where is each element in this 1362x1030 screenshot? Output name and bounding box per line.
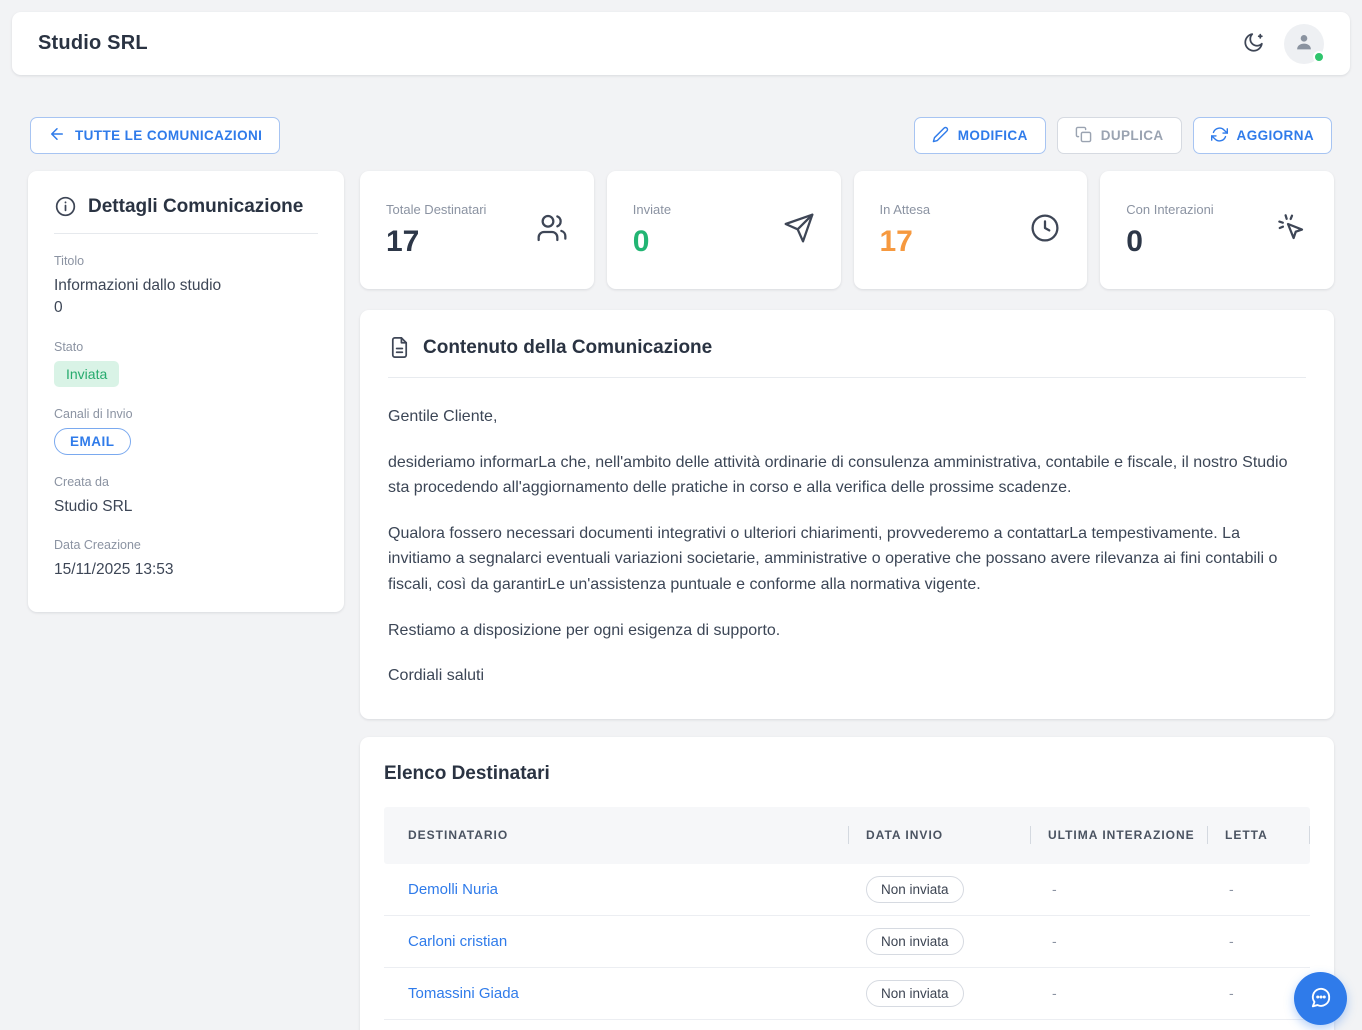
- table-header-row: DESTINATARIO DATA INVIO ULTIMA INTERAZIO…: [384, 807, 1310, 864]
- communication-details-card: Dettagli Comunicazione Titolo Informazio…: [28, 171, 344, 612]
- info-icon: [54, 195, 77, 218]
- details-heading: Dettagli Comunicazione: [88, 196, 303, 218]
- chat-bubble-icon: [1307, 983, 1335, 1014]
- cursor-click-icon: [1276, 212, 1308, 249]
- read-value: -: [1207, 933, 1310, 949]
- moon-icon: [1241, 30, 1266, 58]
- column-header-destinatario: DESTINATARIO: [384, 807, 848, 864]
- send-status-badge: Non inviata: [866, 928, 964, 955]
- chat-support-button[interactable]: [1294, 972, 1347, 1025]
- page-title: Studio SRL: [38, 32, 148, 55]
- send-status-badge: Non inviata: [866, 980, 964, 1007]
- last-interaction-value: -: [1030, 933, 1207, 949]
- channel-badge: EMAIL: [54, 428, 131, 455]
- content-paragraph: Qualora fossero necessari documenti inte…: [388, 521, 1306, 598]
- stat-label: Inviate: [633, 202, 671, 217]
- data-creazione-label: Data Creazione: [54, 538, 318, 552]
- content-heading: Contenuto della Comunicazione: [423, 337, 712, 359]
- person-icon: [1293, 31, 1315, 56]
- stat-card-totale-destinatari: Totale Destinatari 17: [360, 171, 594, 289]
- table-row: Carloni cristian Non inviata - -: [384, 916, 1310, 968]
- modifica-label: MODIFICA: [958, 128, 1028, 143]
- table-row: Tomassini Giada Non inviata - -: [384, 968, 1310, 1020]
- stat-label: Con Interazioni: [1126, 202, 1213, 217]
- copy-icon: [1075, 126, 1092, 146]
- stat-card-con-interazioni: Con Interazioni 0: [1100, 171, 1334, 289]
- modifica-button[interactable]: MODIFICA: [914, 117, 1046, 154]
- stat-label: In Attesa: [880, 202, 931, 217]
- arrow-left-icon: [48, 125, 66, 146]
- titolo-value: Informazioni dallo studio 0: [54, 275, 318, 320]
- creata-da-value: Studio SRL: [54, 496, 318, 518]
- back-to-communications-button[interactable]: TUTTE LE COMUNICAZIONI: [30, 117, 280, 154]
- top-header-bar: Studio SRL: [12, 12, 1350, 75]
- stato-label: Stato: [54, 340, 318, 354]
- last-interaction-value: -: [1030, 985, 1207, 1001]
- document-icon: [388, 336, 411, 359]
- content-paragraph: desideriamo informarLa che, nell'ambito …: [388, 450, 1306, 501]
- aggiorna-label: AGGIORNA: [1237, 128, 1314, 143]
- send-icon: [783, 212, 815, 249]
- duplica-button[interactable]: DUPLICA: [1057, 117, 1182, 154]
- communication-content-card: Contenuto della Comunicazione Gentile Cl…: [360, 310, 1334, 719]
- online-status-dot: [1313, 51, 1325, 63]
- stat-value: 17: [386, 225, 486, 259]
- stat-label: Totale Destinatari: [386, 202, 486, 217]
- clock-icon: [1029, 212, 1061, 249]
- edit-pencil-icon: [932, 126, 949, 146]
- recipient-name-link[interactable]: Tomassini Giada: [384, 985, 848, 1002]
- last-interaction-value: -: [1030, 881, 1207, 897]
- aggiorna-button[interactable]: AGGIORNA: [1193, 117, 1332, 154]
- dark-mode-toggle[interactable]: [1241, 30, 1266, 58]
- content-paragraph: Restiamo a disposizione per ogni esigenz…: [388, 618, 1306, 644]
- read-value: -: [1207, 881, 1310, 897]
- toolbar: TUTTE LE COMUNICAZIONI MODIFICA DUPLICA: [30, 117, 1332, 154]
- users-icon: [536, 212, 568, 249]
- recipients-heading: Elenco Destinatari: [384, 763, 1310, 785]
- status-badge: Inviata: [54, 361, 119, 387]
- column-header-data-invio: DATA INVIO: [848, 807, 1030, 864]
- content-paragraph: Cordiali saluti: [388, 663, 1306, 689]
- titolo-label: Titolo: [54, 254, 318, 268]
- stat-card-in-attesa: In Attesa 17: [854, 171, 1088, 289]
- table-row: Demolli Nuria Non inviata - -: [384, 864, 1310, 916]
- stat-card-inviate: Inviate 0: [607, 171, 841, 289]
- stat-value: 0: [633, 225, 671, 259]
- table-row: gessy Non inviata - -: [384, 1020, 1310, 1030]
- stat-value: 17: [880, 225, 931, 259]
- refresh-icon: [1211, 126, 1228, 146]
- duplica-label: DUPLICA: [1101, 128, 1164, 143]
- send-status-badge: Non inviata: [866, 876, 964, 903]
- creata-da-label: Creata da: [54, 475, 318, 489]
- recipient-name-link[interactable]: Carloni cristian: [384, 933, 848, 950]
- column-header-ultima-interazione: ULTIMA INTERAZIONE: [1030, 807, 1207, 864]
- stat-value: 0: [1126, 225, 1213, 259]
- canali-label: Canali di Invio: [54, 407, 318, 421]
- stats-row: Totale Destinatari 17 Inviate 0: [360, 171, 1334, 289]
- recipient-name-link[interactable]: Demolli Nuria: [384, 881, 848, 898]
- content-paragraph: Gentile Cliente,: [388, 404, 1306, 430]
- recipients-table: DESTINATARIO DATA INVIO ULTIMA INTERAZIO…: [384, 807, 1310, 1030]
- data-creazione-value: 15/11/2025 13:53: [54, 559, 318, 581]
- recipients-card: Elenco Destinatari DESTINATARIO DATA INV…: [360, 737, 1334, 1030]
- column-header-letta: LETTA: [1207, 807, 1310, 864]
- back-button-label: TUTTE LE COMUNICAZIONI: [75, 128, 262, 143]
